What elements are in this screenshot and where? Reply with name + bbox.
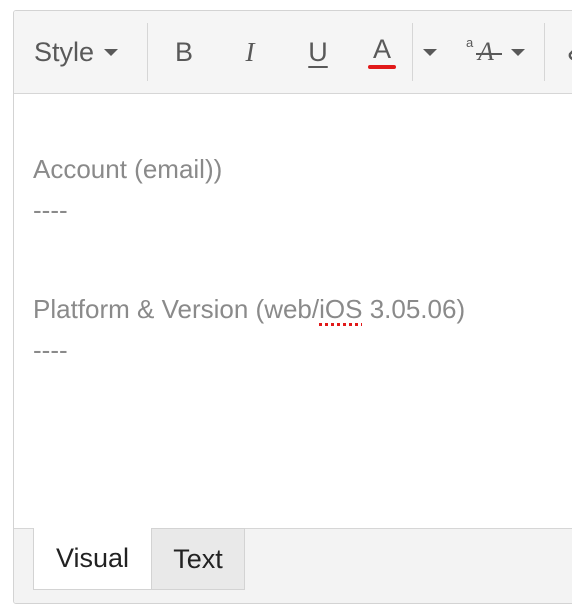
text-color-dropdown[interactable] [418,29,442,75]
chevron-down-icon [104,48,119,56]
underline-icon: U [308,36,328,67]
style-dropdown[interactable]: Style [34,29,130,75]
clear-formatting-icon: A [478,37,494,66]
misspelled-word[interactable]: iOS [319,294,362,324]
underline-button[interactable]: U [298,29,338,75]
text-color-button[interactable]: A [362,29,402,75]
tab-text-label: Text [173,543,223,574]
bold-icon: B [174,36,193,67]
bold-button[interactable]: B [164,29,204,75]
content-line-account: Account (email)) [33,154,223,184]
rich-text-editor: Style B I U A a A Account (email)) ---- … [13,10,572,604]
tab-visual[interactable]: Visual [33,528,152,590]
editor-mode-bar: Visual Text [14,528,572,603]
toolbar-separator [147,23,148,81]
clear-formatting-dropdown[interactable] [506,29,530,75]
platform-text-end: 3.05.06) [362,294,466,324]
italic-button[interactable]: I [230,29,270,75]
editor-content-area[interactable]: Account (email)) ---- Platform & Version… [14,94,572,528]
link-button[interactable] [562,29,572,75]
editor-toolbar: Style B I U A a A [14,11,572,94]
style-dropdown-label: Style [34,36,95,67]
content-line-divider: ---- [33,335,68,365]
content-line-divider: ---- [33,195,68,225]
clear-formatting-button[interactable]: a A [462,29,502,75]
text-color-icon: A [372,33,391,64]
chevron-down-icon [423,48,437,56]
chevron-down-icon [511,48,525,56]
text-color-swatch [368,64,396,69]
toolbar-separator [544,23,545,81]
tab-text[interactable]: Text [152,528,245,590]
clear-formatting-small-letter: a [466,35,474,50]
platform-text-start: Platform & Version (web/ [33,294,320,324]
content-line-platform: Platform & Version (web/iOS 3.05.06) [33,294,465,325]
toolbar-separator [412,23,413,81]
italic-icon: I [245,36,255,67]
tab-visual-label: Visual [55,543,130,573]
link-icon [568,50,572,61]
strikethrough-line [476,53,502,55]
